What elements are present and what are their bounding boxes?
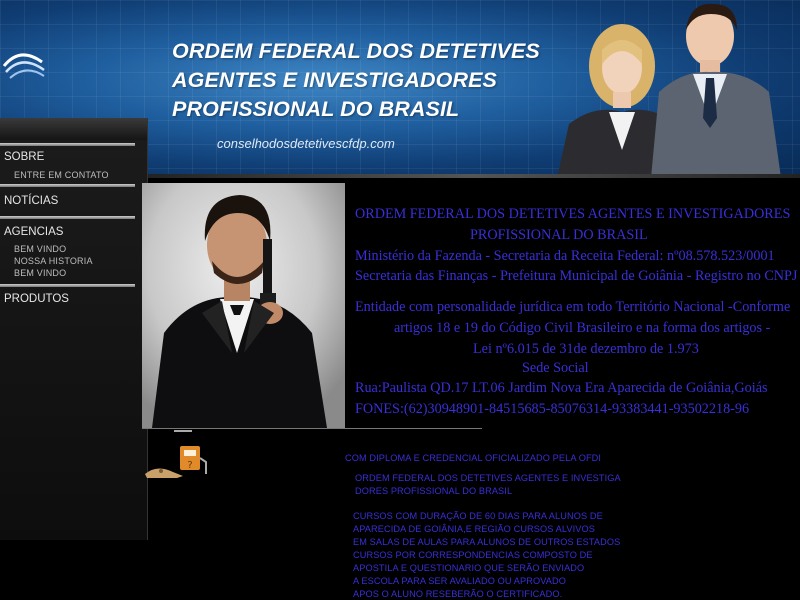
title-line-3: PROFISSIONAL DO BRASIL xyxy=(172,97,460,121)
menu-separator xyxy=(0,216,135,219)
info-line-5: Entidade com personalidade jurídica em t… xyxy=(355,299,791,315)
course-line-4: CURSOS POR CORRESPONDENCIAS COMPOSTO DE xyxy=(353,550,593,560)
org-line-1: ORDEM FEDERAL DOS DETETIVES AGENTES E IN… xyxy=(355,473,621,483)
title-line-2: AGENTES E INVESTIGADORES xyxy=(172,68,497,92)
info-line-7: Lei nº6.015 de 31de dezembro de 1.973 xyxy=(473,341,699,357)
menu-item-produtos[interactable]: PRODUTOS xyxy=(4,293,69,305)
diploma-text: COM DIPLOMA E CREDENCIAL OFICIALIZADO PE… xyxy=(345,453,602,463)
menu-item-agencias[interactable]: AGENCIAS xyxy=(4,226,63,238)
course-line-7: APOS O ALUNO RESEBERÃO O CERTIFICADO. xyxy=(353,589,563,599)
title-line-1: ORDEM FEDERAL DOS DETETIVES xyxy=(172,39,540,63)
svg-text:?: ? xyxy=(187,460,192,471)
sidebar xyxy=(0,118,148,540)
submenu-item-bem-vindo-2[interactable]: BEM VINDO xyxy=(14,268,66,278)
course-line-5: APOSTILA E QUESTIONARIO QUE SERÃO ENVIAD… xyxy=(353,563,585,573)
business-people-image xyxy=(557,3,781,178)
course-line-1: CURSOS COM DURAÇÃO DE 60 DIAS PARA ALUNO… xyxy=(353,511,603,521)
info-line-2: PROFISSIONAL DO BRASIL xyxy=(470,227,648,243)
sidebar-top-bar xyxy=(0,118,147,140)
menu-item-sobre[interactable]: SOBRE xyxy=(4,151,44,163)
site-url: conselhodosdetetivescfdp.com xyxy=(217,136,395,151)
info-line-9: Rua:Paulista QD.17 LT.06 Jardim Nova Era… xyxy=(355,380,768,396)
photo-divider-accent xyxy=(174,430,192,432)
page-title: ORDEM FEDERAL DOS DETETIVES AGENTES E IN… xyxy=(172,37,540,124)
course-line-6: A ESCOLA PARA SER AVALIADO OU APROVADO xyxy=(353,576,566,586)
detective-photo xyxy=(142,183,345,428)
info-line-4: Secretaria das Finanças - Prefeitura Mun… xyxy=(355,268,798,284)
course-line-3: EM SALAS DE AULAS PARA ALUNOS DE OUTROS … xyxy=(353,537,621,547)
submenu-item-entre-em-contato[interactable]: ENTRE EM CONTATO xyxy=(14,170,109,180)
info-line-10: FONES:(62)30948901-84515685-85076314-933… xyxy=(355,401,750,417)
info-line-3: Ministério da Fazenda - Secretaria da Re… xyxy=(355,248,775,264)
header-divider xyxy=(145,174,800,178)
info-line-6: artigos 18 e 19 do Código Civil Brasilei… xyxy=(394,320,771,336)
info-line-1: ORDEM FEDERAL DOS DETETIVES AGENTES E IN… xyxy=(355,206,791,222)
org-line-2: DORES PROFISSIONAL DO BRASIL xyxy=(355,486,513,496)
menu-item-noticias[interactable]: NOTÍCIAS xyxy=(4,195,58,207)
menu-separator xyxy=(0,184,135,187)
photo-divider xyxy=(142,428,482,429)
submenu-item-nossa-historia[interactable]: NOSSA HISTORIA xyxy=(14,256,93,266)
fuel-pump-icon: ? xyxy=(145,446,207,478)
swoosh-logo-icon xyxy=(2,53,45,79)
menu-separator xyxy=(0,143,135,146)
info-line-8: Sede Social xyxy=(522,360,589,376)
submenu-item-bem-vindo[interactable]: BEM VINDO xyxy=(14,244,66,254)
course-line-2: APARECIDA DE GOIÂNIA,E REGIÃO CURSOS ALV… xyxy=(353,524,595,534)
menu-separator xyxy=(0,284,135,287)
